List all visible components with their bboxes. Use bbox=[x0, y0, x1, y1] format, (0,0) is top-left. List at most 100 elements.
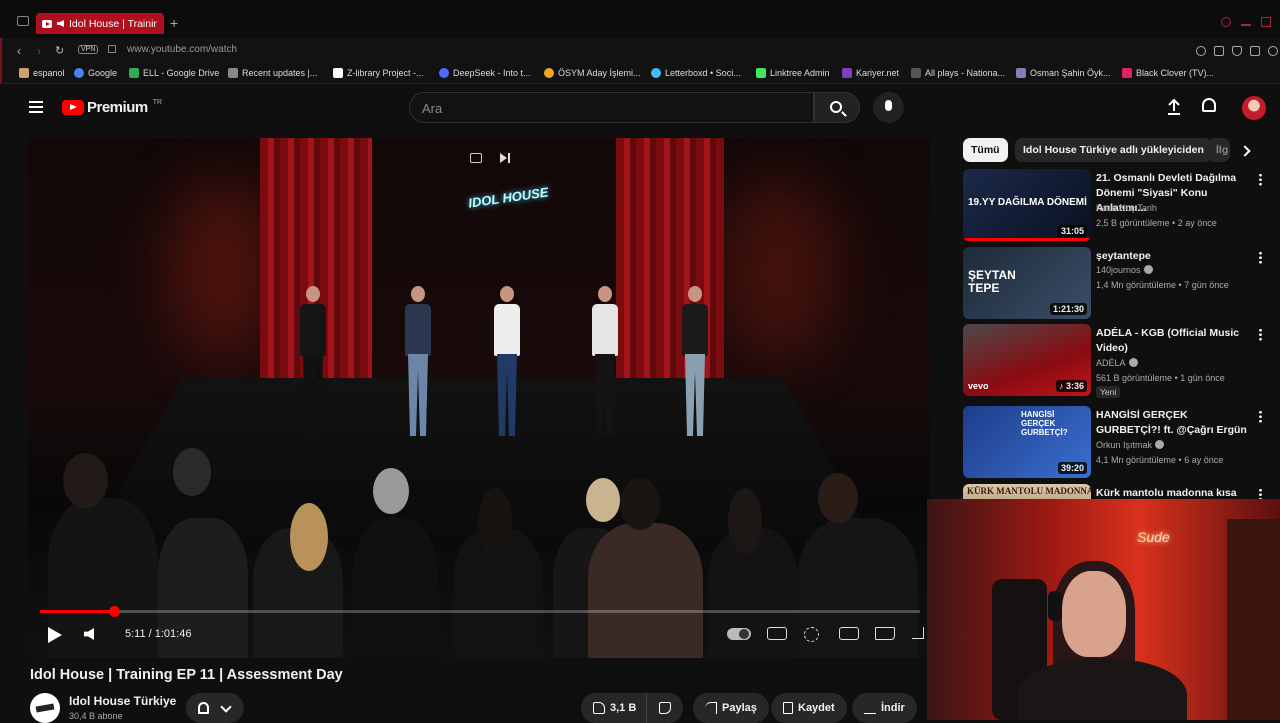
video-thumbnail[interactable]: 19.YY DAĞILMA DÖNEMİ 31:05 bbox=[963, 169, 1091, 241]
bookmark-item[interactable]: ELL - Google Drive bbox=[129, 68, 219, 78]
verified-icon bbox=[1128, 358, 1138, 367]
more-options-icon[interactable] bbox=[1259, 251, 1262, 264]
scrubber-handle[interactable] bbox=[108, 606, 120, 617]
dislike-button[interactable] bbox=[646, 693, 683, 723]
duration-badge: 31:05 bbox=[1057, 225, 1087, 237]
audience bbox=[818, 473, 858, 523]
more-options-icon[interactable] bbox=[1259, 173, 1262, 186]
url-field[interactable]: www.youtube.com/watch bbox=[127, 44, 237, 55]
bookmark-item[interactable]: Osman Şahin Öyk... bbox=[1016, 68, 1111, 78]
progress-bar[interactable] bbox=[40, 606, 920, 617]
download-button[interactable]: İndir bbox=[852, 693, 917, 723]
speaker-icon[interactable] bbox=[57, 20, 64, 27]
youtube-favicon-icon bbox=[42, 19, 52, 28]
video-player[interactable]: IDOL HOUSE 5:11 / 1:01:46 bbox=[28, 138, 930, 658]
logo-text: Premium bbox=[87, 99, 148, 116]
wallet-icon[interactable] bbox=[1250, 46, 1260, 56]
chevron-right-icon[interactable] bbox=[1239, 145, 1251, 157]
play-icon[interactable] bbox=[48, 627, 62, 643]
more-options-icon[interactable] bbox=[1259, 410, 1262, 423]
recommended-video[interactable]: ŞEYTAN TEPE 1:21:30 şeytantepe 140journo… bbox=[963, 247, 1263, 321]
shield-icon[interactable] bbox=[1232, 46, 1242, 56]
bookmark-item[interactable]: Google bbox=[74, 68, 117, 78]
video-thumbnail[interactable]: vevo ♪ 3:36 bbox=[963, 324, 1091, 396]
video-stats: 2,5 B görüntüleme • 2 ay önce bbox=[1096, 218, 1217, 228]
bookmark-item[interactable]: espanol bbox=[19, 68, 65, 78]
video-title[interactable]: Kürk mantolu madonna kısa bbox=[1096, 486, 1251, 499]
search-tabs-icon[interactable] bbox=[1221, 17, 1231, 27]
bookmark-item[interactable]: Letterboxd • Soci... bbox=[651, 68, 741, 78]
like-button[interactable]: 3,1 B bbox=[581, 693, 647, 723]
next-icon[interactable] bbox=[500, 153, 510, 163]
miniplayer-button-icon[interactable] bbox=[839, 627, 859, 640]
channel-name[interactable]: Idol House Türkiye bbox=[69, 694, 176, 708]
chip-from-uploader[interactable]: Idol House Türkiye adlı yükleyiciden bbox=[1015, 138, 1212, 162]
forward-icon[interactable]: › bbox=[37, 44, 41, 58]
youtube-premium-logo[interactable]: Premium TR bbox=[62, 99, 162, 116]
fullscreen-icon[interactable] bbox=[912, 627, 924, 639]
search-input[interactable]: Ara bbox=[409, 92, 814, 123]
maximize-icon[interactable] bbox=[1261, 17, 1271, 27]
video-thumbnail[interactable]: ŞEYTAN TEPE 1:21:30 bbox=[963, 247, 1091, 319]
bookmark-item[interactable]: Black Clover (TV)... bbox=[1122, 68, 1214, 78]
miniplayer-icon[interactable] bbox=[470, 153, 482, 163]
recommended-video[interactable]: vevo ♪ 3:36 ADÉLA - KGB (Official Music … bbox=[963, 324, 1263, 398]
thumbs-down-icon bbox=[659, 702, 671, 714]
save-button[interactable]: Kaydet bbox=[771, 693, 847, 723]
browser-tab-active[interactable]: Idol House | Training EP bbox=[36, 13, 164, 34]
video-thumbnail[interactable]: KÜRK MANTOLU MADONNA bbox=[963, 484, 1091, 499]
video-title[interactable]: HANGİSİ GERÇEK GURBETÇİ?! ft. @Çağrı Erg… bbox=[1096, 408, 1251, 438]
bookmark-item[interactable]: All plays - Nationa... bbox=[911, 68, 1005, 78]
recommended-video[interactable]: 19.YY DAĞILMA DÖNEMİ 31:05 21. Osmanlı D… bbox=[963, 169, 1263, 243]
channel-row[interactable]: ADÉLA bbox=[1096, 358, 1138, 368]
bookmark-item[interactable]: Linktree Admin bbox=[756, 68, 830, 78]
youtube-header: Premium TR Ara bbox=[0, 84, 1280, 134]
new-tab-button[interactable]: + bbox=[170, 15, 178, 31]
subscription-notifications-button[interactable] bbox=[186, 693, 244, 723]
recommended-video[interactable]: HANGİSİ GERÇEK GURBETÇİ? 39:20 HANGİSİ G… bbox=[963, 406, 1263, 480]
channel-avatar[interactable] bbox=[30, 693, 60, 723]
voice-search-button[interactable] bbox=[873, 92, 904, 123]
chip-all[interactable]: Tümü bbox=[963, 138, 1008, 162]
menu-icon[interactable] bbox=[29, 101, 43, 113]
search-button[interactable] bbox=[814, 92, 860, 123]
channel-row[interactable]: 140journos bbox=[1096, 265, 1153, 275]
more-options-icon[interactable] bbox=[1259, 328, 1262, 341]
chevron-down-icon bbox=[220, 701, 232, 713]
audience bbox=[63, 453, 108, 508]
bookmark-item[interactable]: Recent updates |... bbox=[228, 68, 317, 78]
lock-icon[interactable] bbox=[108, 45, 116, 53]
bookmark-item[interactable]: ÖSYM Aday İşlemi... bbox=[544, 68, 641, 78]
channel-row[interactable]: Orkun Işıtmak bbox=[1096, 440, 1165, 450]
bookmark-item[interactable]: Z-library Project -... bbox=[333, 68, 424, 78]
reload-icon[interactable]: ↻ bbox=[55, 44, 64, 57]
subtitles-icon[interactable] bbox=[767, 627, 787, 640]
create-button[interactable] bbox=[1167, 98, 1181, 115]
autoplay-toggle[interactable] bbox=[727, 628, 751, 640]
zoom-icon[interactable] bbox=[1196, 46, 1206, 56]
video-thumbnail[interactable]: HANGİSİ GERÇEK GURBETÇİ? 39:20 bbox=[963, 406, 1091, 478]
cast-icon[interactable] bbox=[875, 627, 895, 640]
linktree-icon bbox=[756, 68, 766, 78]
youtube-logo-icon bbox=[62, 100, 84, 115]
account-avatar[interactable] bbox=[1242, 96, 1266, 120]
bookmark-item[interactable]: Kariyer.net bbox=[842, 68, 899, 78]
vpn-badge[interactable]: VPN bbox=[78, 45, 99, 54]
notifications-icon[interactable] bbox=[1202, 98, 1216, 112]
sidebar-toggle-icon[interactable] bbox=[17, 16, 29, 26]
recommended-video[interactable]: KÜRK MANTOLU MADONNA Kürk mantolu madonn… bbox=[963, 484, 1263, 499]
browser-tabbar: Idol House | Training EP + bbox=[0, 0, 1280, 38]
chip-related[interactable]: İlg bbox=[1208, 138, 1230, 162]
back-icon[interactable]: ‹ bbox=[17, 44, 21, 58]
more-options-icon[interactable] bbox=[1259, 488, 1262, 499]
channel-name[interactable]: Kadir Koç Tarih bbox=[1096, 203, 1157, 213]
settings-icon[interactable] bbox=[804, 627, 819, 642]
heart-icon[interactable] bbox=[1268, 46, 1278, 56]
audience bbox=[586, 478, 620, 522]
video-title[interactable]: şeytantepe bbox=[1096, 249, 1251, 264]
share-button[interactable]: Paylaş bbox=[693, 693, 769, 723]
video-title[interactable]: ADÉLA - KGB (Official Music Video) bbox=[1096, 326, 1251, 356]
snapshot-icon[interactable] bbox=[1214, 46, 1224, 56]
bookmark-item[interactable]: DeepSeek - Into t... bbox=[439, 68, 531, 78]
minimize-icon[interactable] bbox=[1241, 24, 1251, 26]
